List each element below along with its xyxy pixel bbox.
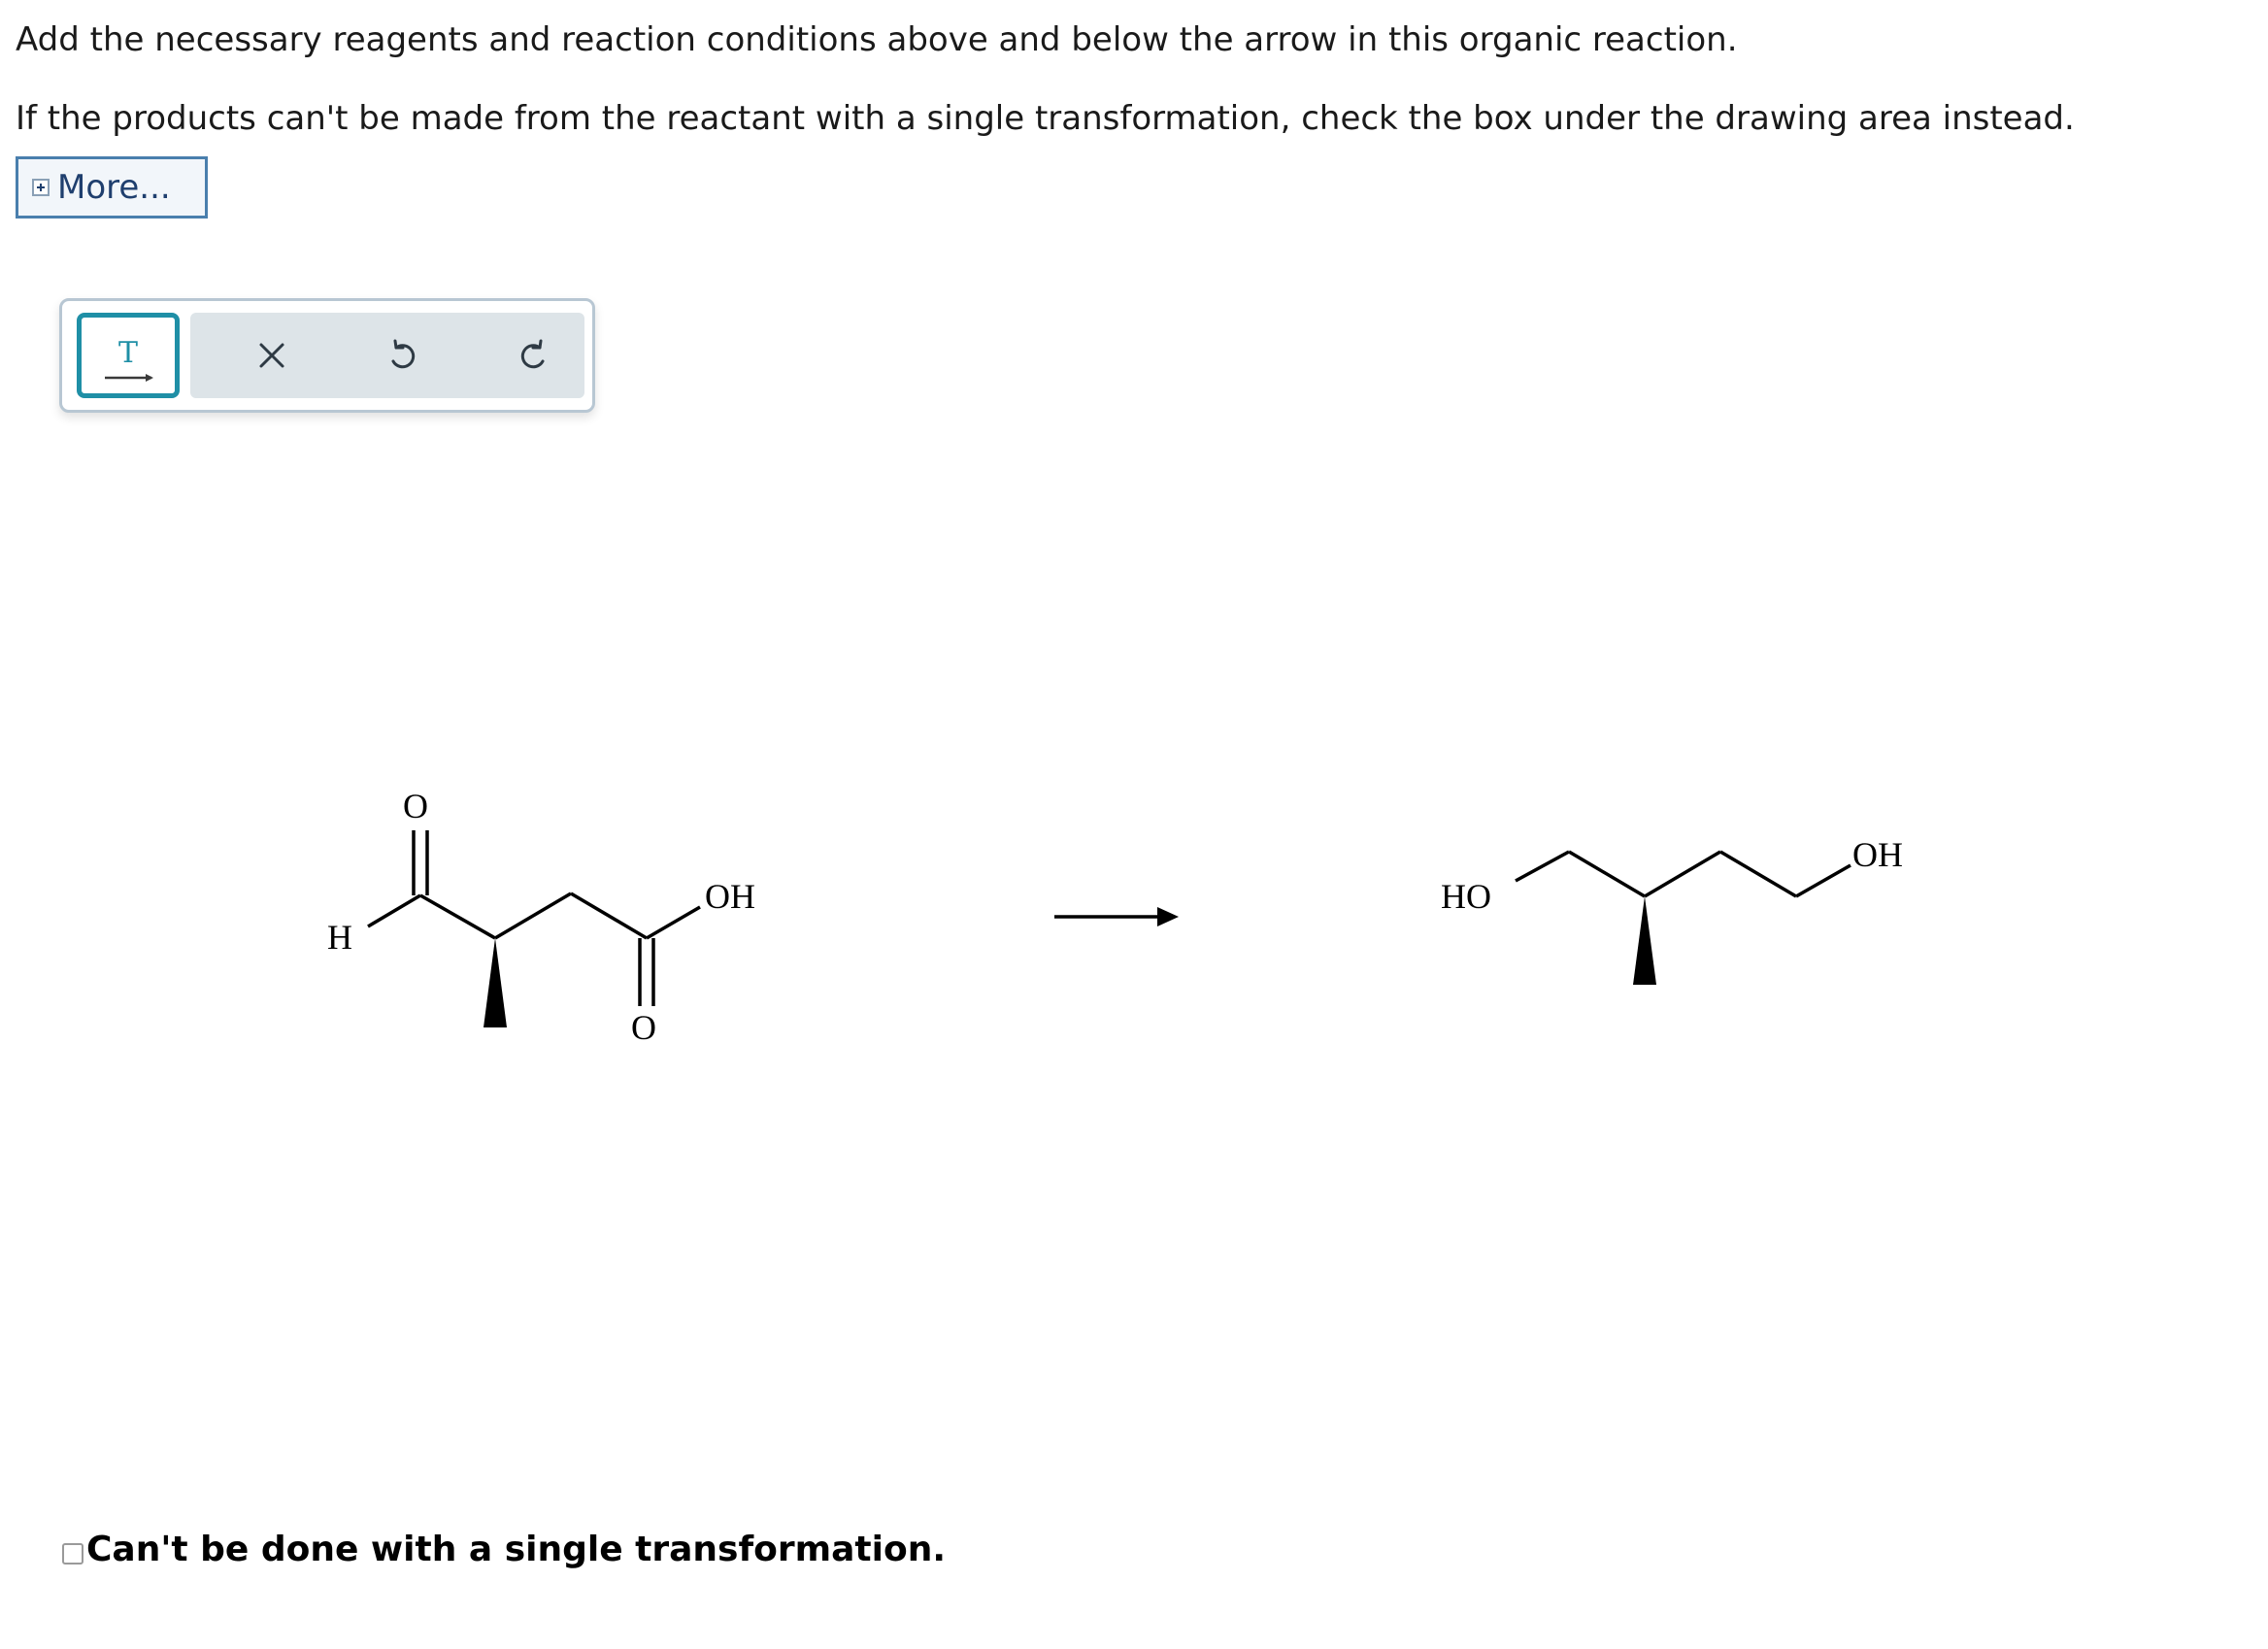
reaction-canvas[interactable]: O H OH O HO OH	[0, 0, 2268, 1649]
reaction-arrow-head	[1157, 907, 1179, 926]
product-bond	[1795, 863, 1851, 898]
cant-be-done-checkbox[interactable]	[62, 1543, 83, 1565]
reactant-bond	[419, 893, 496, 940]
reactant-structure[interactable]: O H OH O	[327, 787, 755, 1047]
reactant-bond	[367, 893, 421, 928]
reactant-bond	[494, 892, 572, 940]
reactant-atom-label-o-bottom: O	[631, 1008, 656, 1047]
reactant-bond	[570, 892, 648, 940]
product-wedge-bond	[1633, 896, 1656, 985]
reactant-wedge-bond	[484, 938, 507, 1027]
product-bond	[1568, 850, 1646, 898]
product-bond	[1515, 850, 1570, 883]
product-atom-label-oh: OH	[1852, 835, 1903, 874]
reactant-atom-label-oh: OH	[705, 877, 755, 916]
cant-be-done-label: Can't be done with a single transformati…	[86, 1529, 947, 1569]
reactant-atom-label-h: H	[327, 918, 352, 957]
product-bond	[1644, 850, 1721, 898]
product-atom-label-ho: HO	[1441, 877, 1491, 916]
reactant-atom-label-o-top: O	[403, 787, 428, 825]
reactant-bond	[646, 905, 701, 940]
reaction-arrow[interactable]	[1054, 907, 1179, 926]
product-structure[interactable]: HO OH	[1441, 835, 1903, 985]
product-bond	[1719, 850, 1797, 898]
cant-be-done-option[interactable]: Can't be done with a single transformati…	[62, 1525, 946, 1573]
